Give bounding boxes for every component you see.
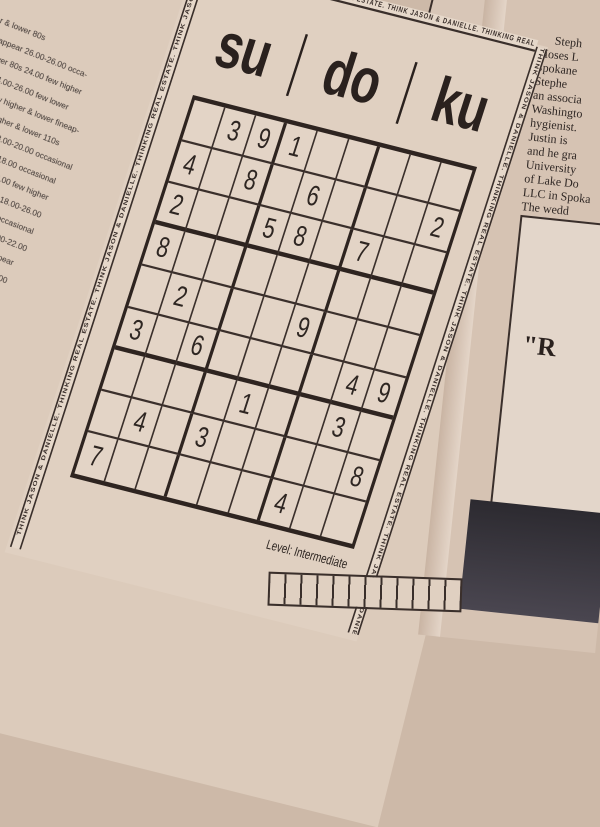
photo	[459, 499, 600, 624]
right-ad-box: "R	[488, 214, 600, 533]
title-divider	[395, 61, 418, 124]
right-box-heading: "R	[521, 329, 558, 363]
title-divider	[285, 34, 309, 97]
bottom-table	[267, 571, 463, 613]
title-do: do	[314, 36, 391, 119]
